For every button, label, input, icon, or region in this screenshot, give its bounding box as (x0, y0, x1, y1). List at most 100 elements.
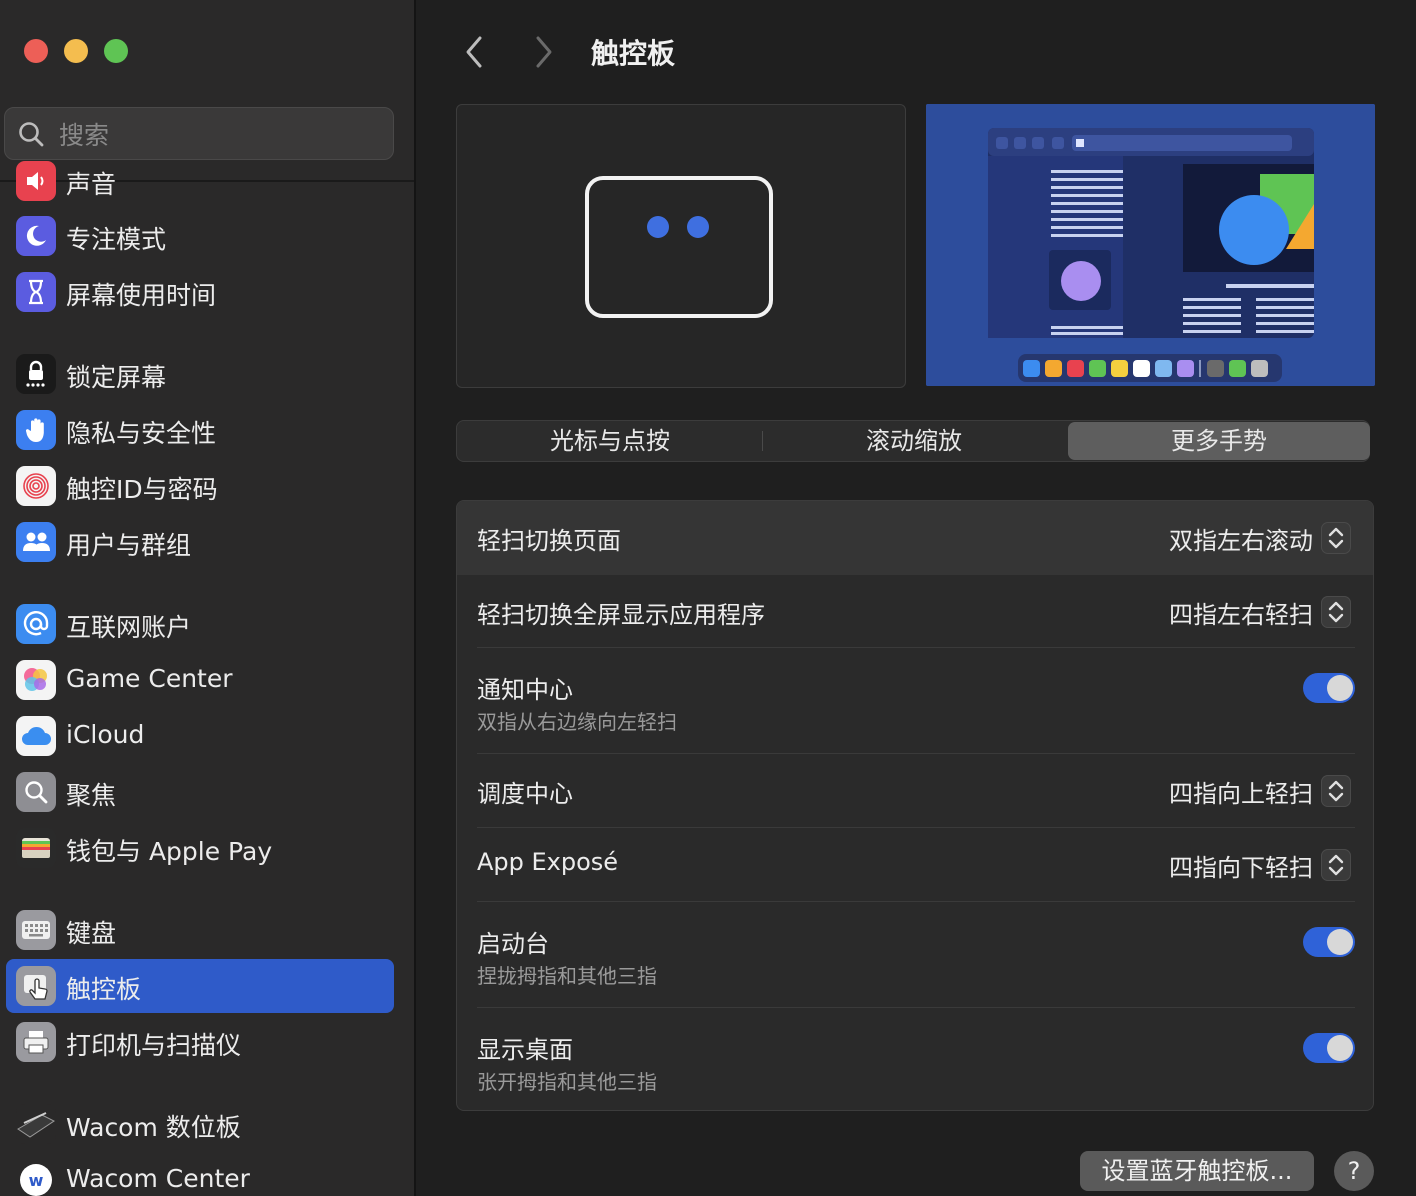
setting-label: 启动台 (477, 930, 549, 958)
popup-value[interactable]: 四指向下轻扫 (1169, 848, 1313, 883)
screen-preview (926, 104, 1375, 386)
search-field[interactable] (4, 107, 394, 160)
popup-value[interactable]: 四指向上轻扫 (1169, 774, 1313, 809)
desktop-illustration (926, 104, 1375, 386)
speaker-icon (16, 161, 56, 201)
wacom-icon: w (16, 1160, 56, 1196)
setting-sublabel: 捏拢拇指和其他三指 (477, 964, 657, 988)
settings-group: 轻扫切换页面 双指左右滚动 轻扫切换全屏显示应用程序 四指左右轻扫 通知中心 双… (456, 500, 1374, 1111)
sidebar-item[interactable]: 钱包与 Apple Pay (6, 821, 394, 875)
chevron-up-down-icon (1328, 601, 1344, 623)
cloud-icon (16, 716, 56, 756)
setting-row-notification-center: 通知中心 双指从右边缘向左轻扫 (457, 648, 1373, 753)
tab-scroll-zoom[interactable]: 滚动缩放 (763, 422, 1065, 460)
popup-stepper[interactable] (1321, 849, 1351, 881)
back-button[interactable] (456, 32, 492, 72)
sidebar-item-label: iCloud (66, 720, 145, 749)
users-icon (16, 522, 56, 562)
sidebar-item[interactable]: 锁定屏幕 (6, 347, 394, 401)
magnifier-icon (16, 772, 56, 812)
search-icon (19, 122, 44, 147)
forward-button[interactable] (526, 32, 562, 72)
sidebar-item[interactable]: 打印机与扫描仪 (6, 1015, 394, 1069)
sidebar-item-label: Wacom Center (66, 1164, 250, 1193)
toggle-switch[interactable] (1303, 1033, 1355, 1063)
sidebar-item[interactable]: Game Center (6, 653, 394, 707)
setting-label: 轻扫切换全屏显示应用程序 (477, 601, 765, 629)
setting-row-show-desktop: 显示桌面 张开拇指和其他三指 (457, 1008, 1373, 1110)
at-icon (16, 604, 56, 644)
toggle-switch[interactable] (1303, 673, 1355, 703)
chevron-up-down-icon (1328, 854, 1344, 876)
sidebar-item-label: 聚焦 (66, 781, 117, 810)
chevron-up-down-icon (1328, 527, 1344, 549)
setting-label: 通知中心 (477, 676, 573, 704)
sidebar-item-label: 屏幕使用时间 (66, 281, 217, 310)
toggle-knob (1327, 675, 1353, 701)
sidebar-item[interactable]: 触控板 (6, 959, 394, 1013)
sidebar-item[interactable]: 用户与群组 (6, 515, 394, 569)
sidebar-item[interactable]: iCloud (6, 709, 394, 763)
sidebar-item[interactable]: 声音 (6, 154, 394, 208)
popup-value[interactable]: 双指左右滚动 (1169, 521, 1313, 556)
tab-more-gestures[interactable]: 更多手势 (1068, 422, 1370, 460)
hand-icon (16, 410, 56, 450)
sidebar-item[interactable]: 键盘 (6, 903, 394, 957)
sidebar-item[interactable]: Wacom 数位板 (6, 1097, 394, 1151)
fingerprint-icon (16, 466, 56, 506)
sidebar-item[interactable]: 隐私与安全性 (6, 403, 394, 457)
finger-dot (647, 216, 669, 238)
moon-icon (16, 216, 56, 256)
sidebar-item-label: 键盘 (66, 919, 117, 948)
setting-row-mission-control: 调度中心 四指向上轻扫 (457, 754, 1373, 828)
printer-icon (16, 1022, 56, 1062)
search-input[interactable] (57, 116, 381, 154)
wallet-icon (16, 828, 56, 868)
trackpad-icon (16, 966, 56, 1006)
lock-icon (16, 354, 56, 394)
gesture-preview (456, 104, 906, 388)
finger-dot (687, 216, 709, 238)
sidebar-item-label: 触控板 (66, 975, 142, 1004)
trackpad-illustration (585, 176, 773, 318)
setting-row-launchpad: 启动台 捏拢拇指和其他三指 (457, 902, 1373, 1007)
keyboard-icon (16, 910, 56, 950)
popup-stepper[interactable] (1321, 522, 1351, 554)
game-center-icon (16, 660, 56, 700)
sidebar-item-label: 声音 (66, 170, 117, 199)
sidebar: 声音专注模式屏幕使用时间锁定屏幕隐私与安全性触控ID与密码用户与群组互联网账户 G… (0, 0, 416, 1196)
sidebar-item[interactable]: 触控ID与密码 (6, 459, 394, 513)
toggle-knob (1327, 1035, 1353, 1061)
toggle-knob (1327, 929, 1353, 955)
popup-stepper[interactable] (1321, 596, 1351, 628)
minimize-button[interactable] (64, 39, 88, 63)
zoom-button[interactable] (104, 39, 128, 63)
toggle-switch[interactable] (1303, 927, 1355, 957)
close-button[interactable] (24, 39, 48, 63)
page-title: 触控板 (591, 37, 676, 70)
sidebar-item-label: 触控ID与密码 (66, 475, 218, 504)
setup-bluetooth-trackpad-button[interactable]: 设置蓝牙触控板... (1080, 1151, 1314, 1191)
help-button[interactable]: ? (1334, 1151, 1374, 1191)
popup-value[interactable]: 四指左右轻扫 (1169, 595, 1313, 630)
sidebar-item[interactable]: 专注模式 (6, 209, 394, 263)
setting-row-swipe-fullscreen-apps: 轻扫切换全屏显示应用程序 四指左右轻扫 (457, 575, 1373, 649)
sidebar-item-label: 打印机与扫描仪 (66, 1031, 242, 1060)
setting-label: App Exposé (477, 848, 619, 876)
sidebar-item-label: 隐私与安全性 (66, 419, 217, 448)
tablet-pen-icon (16, 1104, 56, 1144)
tab-point-click[interactable]: 光标与点按 (459, 422, 761, 460)
tab-bar: 光标与点按 滚动缩放 更多手势 (456, 420, 1370, 462)
sidebar-item[interactable]: w Wacom Center (6, 1153, 394, 1196)
hourglass-icon (16, 272, 56, 312)
svg-text:w: w (29, 1171, 44, 1190)
setting-sublabel: 张开拇指和其他三指 (477, 1070, 657, 1094)
sidebar-item[interactable]: 聚焦 (6, 765, 394, 819)
sidebar-item[interactable]: 屏幕使用时间 (6, 265, 394, 319)
popup-stepper[interactable] (1321, 775, 1351, 807)
sidebar-item-label: 互联网账户 (66, 613, 192, 642)
main-pane: 触控板 光标与点按 滚动缩放 更多手势 轻扫切换页面 双指左右滚动 轻扫切换全屏… (416, 0, 1416, 1196)
sidebar-item[interactable]: 互联网账户 (6, 597, 394, 651)
sidebar-item-label: Wacom 数位板 (66, 1113, 241, 1142)
chevron-up-down-icon (1328, 780, 1344, 802)
